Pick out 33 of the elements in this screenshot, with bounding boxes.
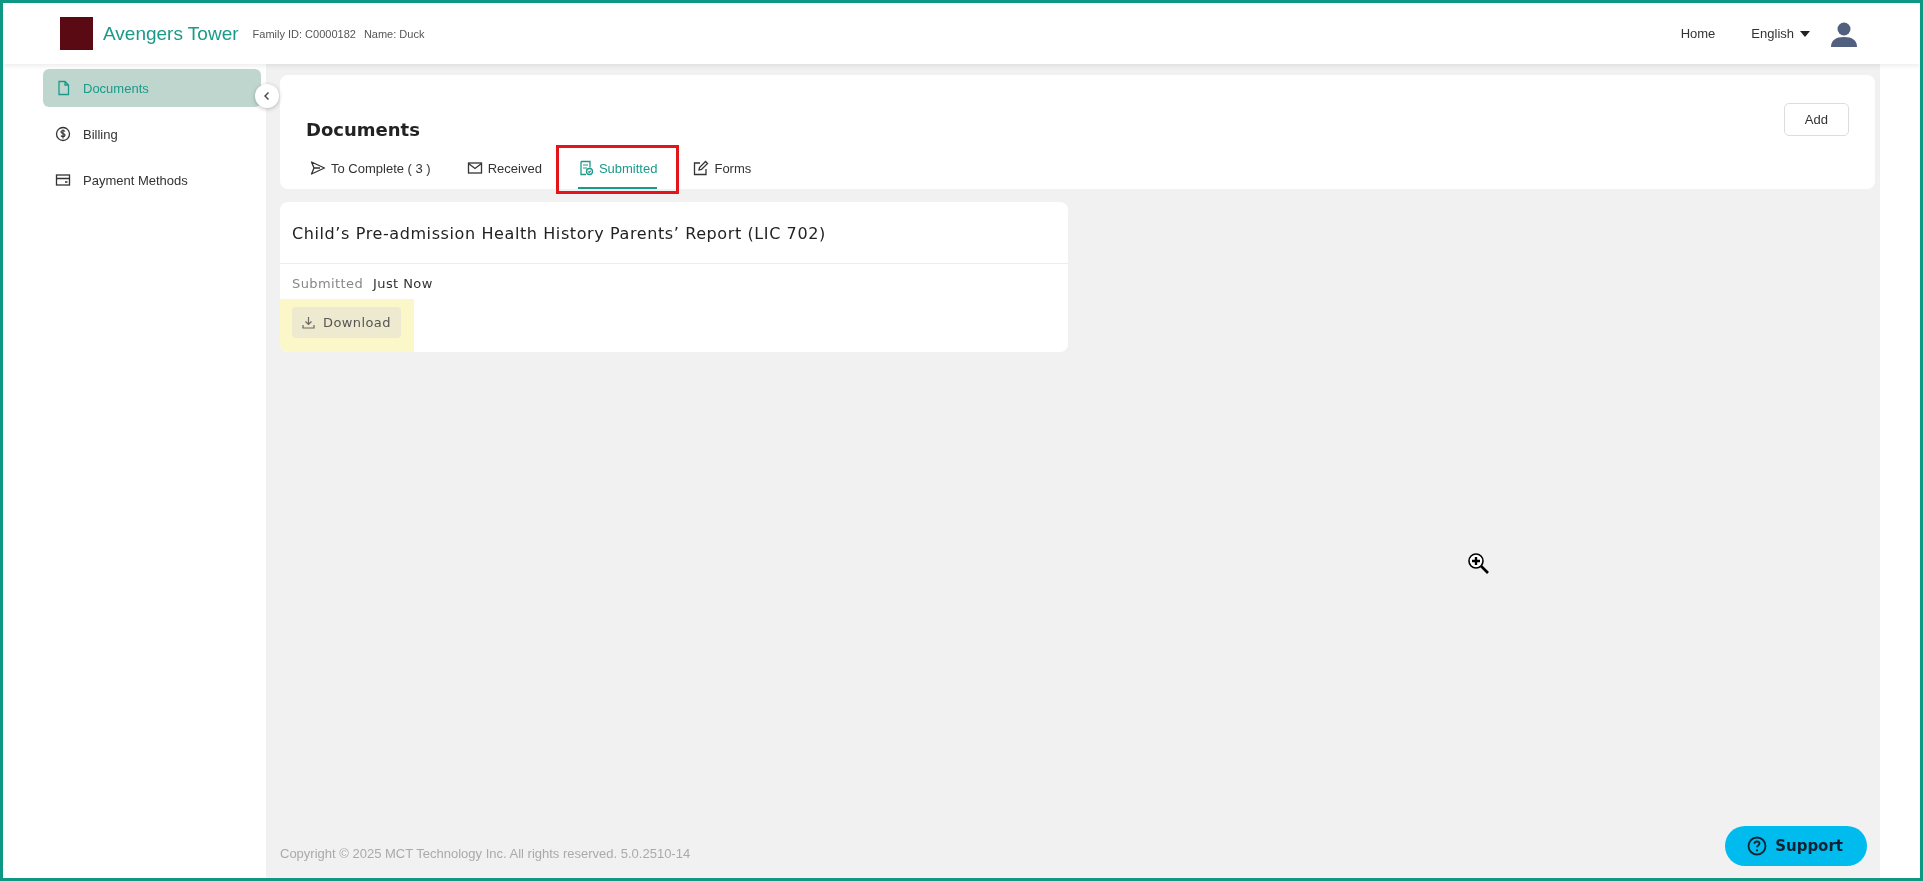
help-icon <box>1747 836 1768 856</box>
add-button[interactable]: Add <box>1783 103 1849 136</box>
logo <box>60 17 93 50</box>
family-id: Family ID: C0000182 <box>252 27 356 40</box>
status-value: Just Now <box>373 276 433 291</box>
status-label: Submitted <box>292 276 364 291</box>
document-icon <box>55 80 71 96</box>
language-dropdown[interactable]: English <box>1751 26 1810 41</box>
zoom-cursor-icon <box>1467 552 1491 576</box>
edit-icon <box>693 160 710 176</box>
app-title: Avengers Tower <box>103 22 239 45</box>
sidebar-item[interactable]: Payment Methods <box>43 161 261 199</box>
document-title: Child’s Pre-admission Health History Parents’ Report (LIC 702) <box>280 202 1068 264</box>
document-check-icon <box>577 160 594 176</box>
support-button[interactable]: Support <box>1725 826 1867 866</box>
dollar-icon <box>55 126 71 142</box>
page-title: Documents <box>306 119 420 140</box>
copyright-text: Copyright © 2025 MCT Technology Inc. All rights reserved. 5.0.2510-14 <box>280 846 691 861</box>
download-button[interactable]: Download <box>292 307 401 338</box>
sidebar-item[interactable]: Billing <box>43 115 261 153</box>
download-icon <box>302 316 315 329</box>
chevron-left-icon <box>262 91 272 101</box>
family-name: Name: Duck <box>363 27 425 40</box>
send-icon <box>310 160 326 176</box>
tab[interactable]: Forms <box>693 152 752 189</box>
tab[interactable]: Received <box>466 152 542 189</box>
envelope-icon <box>466 160 483 176</box>
tab[interactable]: Submitted <box>577 152 658 189</box>
user-silhouette-icon[interactable] <box>1830 20 1858 47</box>
nav-link[interactable]: Home <box>1680 26 1716 41</box>
caret-icon <box>1800 30 1810 37</box>
tab[interactable]: To Complete ( 3 ) <box>310 152 431 189</box>
card-icon <box>55 172 71 188</box>
